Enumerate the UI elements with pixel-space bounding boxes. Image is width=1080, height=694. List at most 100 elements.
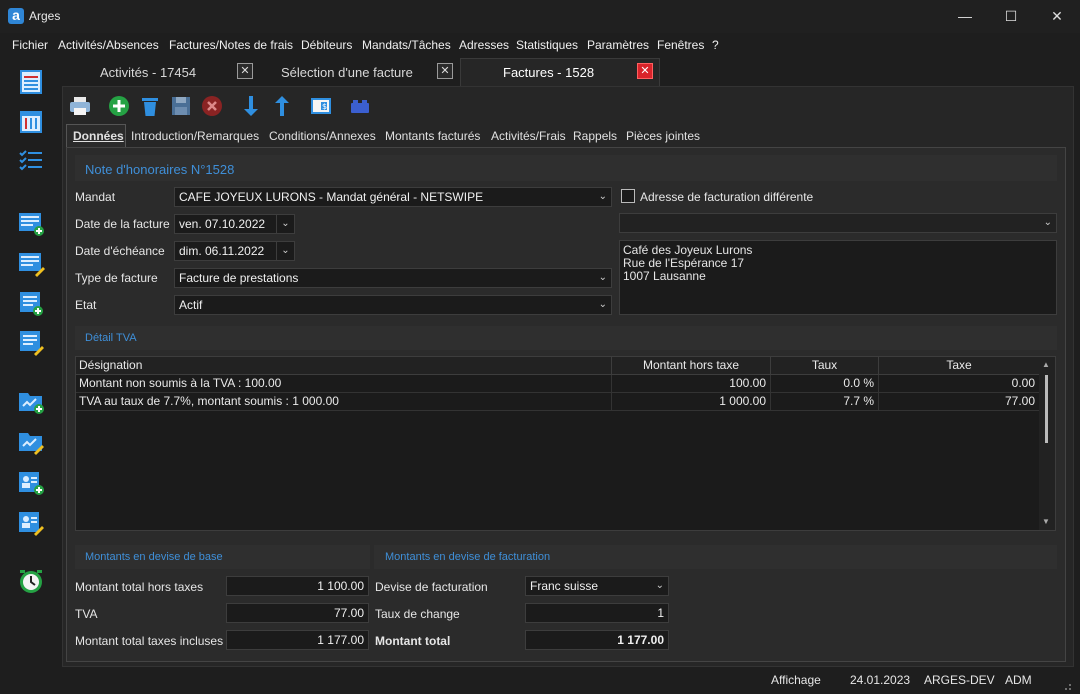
tva-table: Désignation Montant hors taxe Taux Taxe …	[75, 356, 1056, 531]
tab-factures-close-icon[interactable]: ✕	[637, 63, 653, 79]
etat-select[interactable]: Actif ⌄	[174, 295, 612, 315]
add-icon[interactable]	[108, 95, 130, 117]
edit-chart-folder-icon[interactable]	[17, 427, 45, 455]
adresse-select[interactable]: ⌄	[619, 213, 1057, 233]
minimize-button[interactable]: —	[942, 0, 988, 33]
tva-field[interactable]: 77.00	[226, 603, 369, 623]
status-affichage[interactable]: Affichage	[771, 673, 821, 687]
tab-activites[interactable]: Activités - 17454 ✕	[62, 59, 260, 86]
tab-selection-facture[interactable]: Sélection d'une facture ✕	[260, 59, 460, 86]
status-user: ADM	[1005, 673, 1032, 687]
print-icon[interactable]	[69, 95, 91, 117]
arrow-down-icon[interactable]	[240, 95, 262, 117]
subtab-introduction[interactable]: Introduction/Remarques	[131, 129, 259, 143]
chevron-down-icon[interactable]: ⌄	[276, 242, 294, 260]
column-header-designation[interactable]: Désignation	[76, 357, 612, 375]
table-cell-taux[interactable]: 7.7 %	[771, 393, 879, 411]
resize-grip-icon[interactable]	[1062, 680, 1072, 690]
maximize-button[interactable]: ☐	[988, 0, 1034, 33]
table-cell-taux[interactable]: 0.0 %	[771, 375, 879, 393]
table-cell-taxe[interactable]: 77.00	[879, 393, 1040, 411]
chevron-down-icon: ⌄	[598, 272, 607, 283]
type-facture-select[interactable]: Facture de prestations ⌄	[174, 268, 612, 288]
subtab-donnees[interactable]: Données	[73, 129, 124, 143]
menu-parametres[interactable]: Paramètres	[587, 38, 649, 52]
taux-change-field[interactable]: 1	[525, 603, 669, 623]
subtab-montants[interactable]: Montants facturés	[385, 129, 480, 143]
mandat-select[interactable]: CAFE JOYEUX LURONS - Mandat général - NE…	[174, 187, 612, 207]
menu-debiteurs[interactable]: Débiteurs	[301, 38, 352, 52]
add-invoice-icon[interactable]	[17, 209, 45, 237]
scroll-down-icon[interactable]: ▼	[1042, 517, 1050, 526]
tab-activites-label: Activités - 17454	[100, 65, 197, 80]
arrow-up-icon[interactable]	[271, 95, 293, 117]
table-cell-montant-ht[interactable]: 100.00	[612, 375, 771, 393]
close-window-button[interactable]: ✕	[1034, 0, 1080, 33]
devise-select[interactable]: Franc suisse ⌄	[525, 576, 669, 596]
subtab-activites-frais[interactable]: Activités/Frais	[491, 129, 566, 143]
add-note-icon[interactable]	[17, 289, 45, 317]
alarm-clock-icon[interactable]	[17, 567, 45, 595]
menu-fichier[interactable]: Fichier	[12, 38, 48, 52]
total-ttc-field[interactable]: 1 177.00	[226, 630, 369, 650]
subtab-rappels[interactable]: Rappels	[573, 129, 617, 143]
subtab-conditions[interactable]: Conditions/Annexes	[269, 129, 376, 143]
tab-factures[interactable]: Factures - 1528 ✕	[460, 59, 660, 86]
calendar-grid-icon[interactable]	[17, 108, 45, 136]
chevron-down-icon[interactable]: ⌄	[276, 215, 294, 233]
date-facture-picker[interactable]: ven. 07.10.2022 ⌄	[174, 214, 295, 234]
total-ht-field[interactable]: 1 100.00	[226, 576, 369, 596]
invoice-list-icon[interactable]	[17, 68, 45, 96]
edit-invoice-icon[interactable]	[17, 249, 45, 277]
save-icon[interactable]	[170, 95, 192, 117]
column-header-montant-ht[interactable]: Montant hors taxe	[612, 357, 771, 375]
status-date: 24.01.2023	[850, 673, 911, 687]
add-chart-folder-icon[interactable]	[17, 387, 45, 415]
chevron-down-icon: ⌄	[1043, 217, 1052, 228]
scroll-up-icon[interactable]: ▲	[1042, 360, 1050, 369]
etat-label: Etat	[75, 298, 97, 312]
devise-value: Franc suisse	[530, 579, 599, 593]
montant-total-field[interactable]: 1 177.00	[525, 630, 669, 650]
type-facture-value: Facture de prestations	[179, 271, 299, 285]
menu-mandats[interactable]: Mandats/Tâches	[362, 38, 451, 52]
menu-help[interactable]: ?	[712, 38, 719, 52]
chevron-down-icon: ⌄	[598, 191, 607, 202]
type-facture-label: Type de facture	[75, 271, 158, 285]
scroll-thumb[interactable]	[1045, 375, 1048, 443]
column-header-taxe[interactable]: Taxe	[879, 357, 1040, 375]
tab-activites-close-icon[interactable]: ✕	[237, 63, 253, 79]
etat-value: Actif	[179, 298, 203, 312]
menu-activites[interactable]: Activités/Absences	[58, 38, 159, 52]
adresse-differente-checkbox[interactable]	[621, 189, 635, 203]
date-echeance-picker[interactable]: dim. 06.11.2022 ⌄	[174, 241, 295, 261]
edit-note-icon[interactable]	[17, 328, 45, 356]
app-logo: a	[8, 8, 24, 24]
table-cell-montant-ht[interactable]: 1 000.00	[612, 393, 771, 411]
add-contact-icon[interactable]	[17, 468, 45, 496]
tab-selection-close-icon[interactable]: ✕	[437, 63, 453, 79]
tva-label: TVA	[75, 607, 98, 621]
edit-contact-icon[interactable]	[17, 508, 45, 536]
address-box[interactable]: Café des Joyeux Lurons Rue de l'Espéranc…	[619, 240, 1057, 315]
menu-factures[interactable]: Factures/Notes de frais	[169, 38, 293, 52]
tab-selection-label: Sélection d'une facture	[281, 65, 413, 80]
status-environment: ARGES-DEV	[924, 673, 995, 687]
column-header-taux[interactable]: Taux	[771, 357, 879, 375]
checklist-icon[interactable]	[17, 147, 45, 175]
table-cell-designation[interactable]: Montant non soumis à la TVA : 100.00	[76, 375, 612, 393]
menu-adresses[interactable]: Adresses	[459, 38, 509, 52]
app-title: Arges	[29, 9, 61, 23]
invoice-money-icon[interactable]: $	[310, 95, 332, 117]
blocks-icon[interactable]	[349, 95, 371, 117]
left-sidebar	[0, 57, 62, 667]
delete-trash-icon[interactable]	[139, 95, 161, 117]
cancel-icon[interactable]	[201, 95, 223, 117]
table-scrollbar[interactable]: ▲ ▼	[1039, 357, 1055, 530]
subtab-pieces-jointes[interactable]: Pièces jointes	[626, 129, 700, 143]
menu-statistiques[interactable]: Statistiques	[516, 38, 578, 52]
table-cell-designation[interactable]: TVA au taux de 7.7%, montant soumis : 1 …	[76, 393, 612, 411]
svg-text:$: $	[322, 102, 327, 111]
menu-fenetres[interactable]: Fenêtres	[657, 38, 704, 52]
table-cell-taxe[interactable]: 0.00	[879, 375, 1040, 393]
